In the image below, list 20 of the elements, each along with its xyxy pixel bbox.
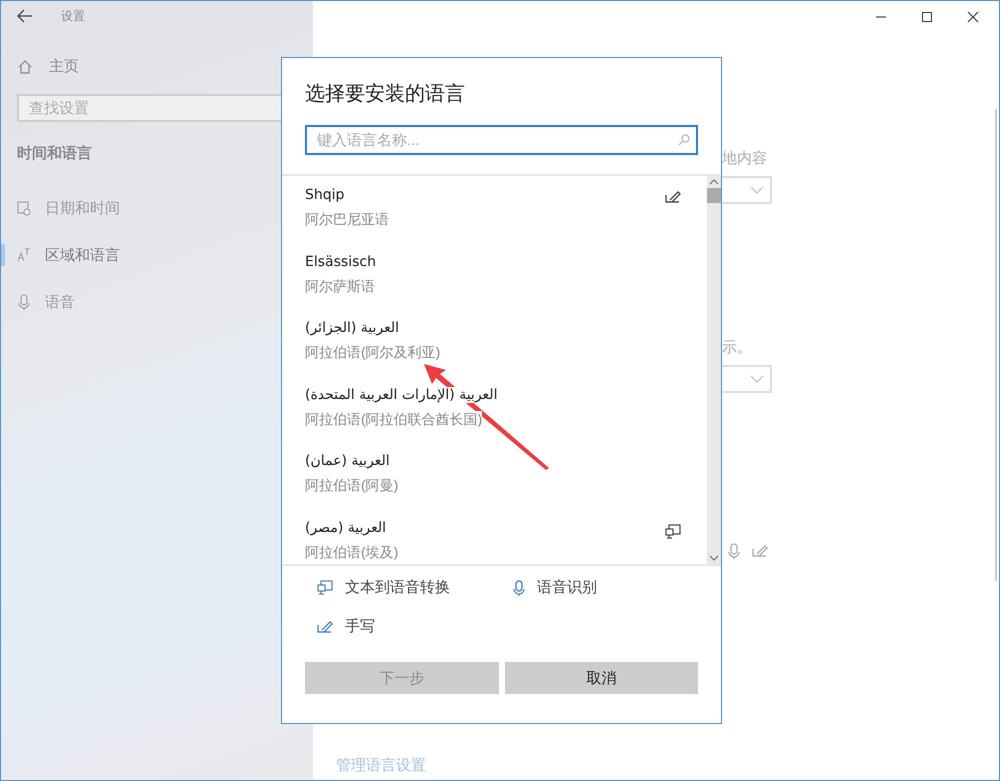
language-name: العربية (مصر) [305,520,386,536]
language-name: العربية (الإمارات العربية المتحدة) [305,386,498,402]
language-translation: 阿拉伯语(阿尔及利亚) [305,344,440,362]
language-name: Elsässisch [305,254,376,270]
dialog-title: 选择要安装的语言 [305,82,466,107]
legend-label: 语音识别 [537,578,597,597]
window-title: 设置 [61,8,85,24]
language-name: العربية (عمان) [305,453,390,469]
language-translation: 阿尔巴尼亚语 [305,211,389,229]
language-name: العربية (الجزائر) [305,320,400,336]
legend-label: 文本到语音转换 [345,578,450,597]
language-translation: 阿拉伯语(阿曼) [305,477,398,495]
setting-label: 示。 [722,338,752,357]
language-translation: 阿尔萨斯语 [305,278,375,296]
language-name: Shqip [305,187,344,203]
section-heading: 时间和语言 [17,144,92,163]
language-translation: 阿拉伯语(阿拉伯联合酋长国) [305,410,482,428]
setting-label: 地内容 [722,149,767,168]
legend-label: 手写 [345,617,375,636]
language-translation: 阿拉伯语(埃及) [305,544,398,562]
